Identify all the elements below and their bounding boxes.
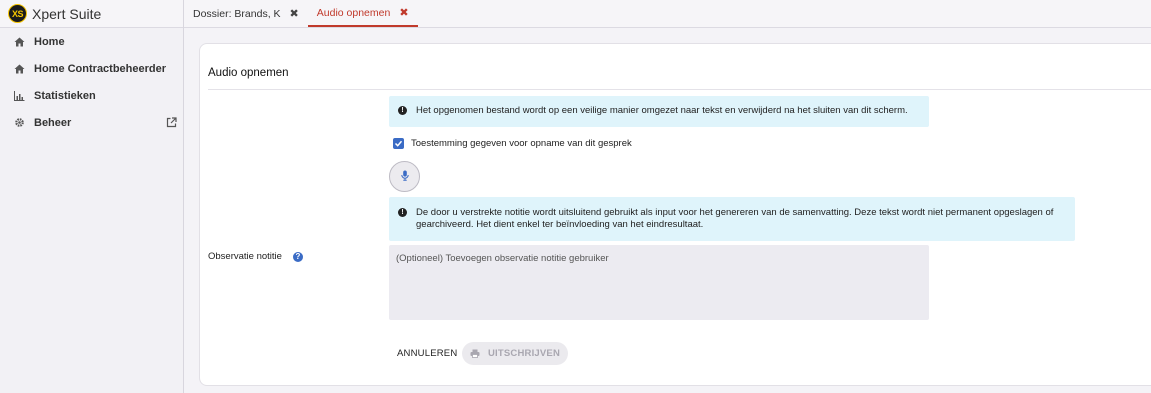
divider (208, 89, 1151, 90)
brand-name: Xpert Suite (32, 5, 102, 22)
tab-label: Audio opnemen (316, 6, 391, 19)
uitschrijven-label: UITSCHRIJVEN (487, 348, 561, 359)
cancel-button[interactable]: ANNULEREN (397, 348, 457, 359)
close-icon[interactable]: ✖ (290, 7, 299, 20)
record-button[interactable] (389, 161, 420, 192)
tab-dossier[interactable]: Dossier: Brands, K ✖ (184, 0, 308, 27)
bar-chart-icon (14, 90, 25, 101)
tab-label: Dossier: Brands, K (193, 7, 281, 20)
info-alert-text: Het opgenomen bestand wordt op een veili… (416, 105, 908, 116)
sidebar-item-home-contractbeheerder[interactable]: Home Contractbeheerder (0, 55, 183, 82)
consent-row[interactable]: Toestemming gegeven voor opname van dit … (393, 138, 632, 149)
consent-checkbox[interactable] (393, 138, 404, 149)
help-icon[interactable]: ? (292, 251, 303, 262)
xpert-suite-logo: XS (8, 4, 27, 23)
sidebar: XS Xpert Suite Home Home Contractbeheerd… (0, 0, 184, 393)
home-icon (14, 63, 25, 74)
tab-bar: Dossier: Brands, K ✖ Audio opnemen ✖ (184, 0, 1151, 28)
microphone-icon (400, 168, 409, 186)
sidebar-item-label: Statistieken (34, 89, 96, 102)
observation-notitie-field[interactable] (389, 245, 929, 320)
uitschrijven-button[interactable]: UITSCHRIJVEN (462, 342, 568, 365)
external-link-icon[interactable] (166, 117, 177, 131)
home-icon (14, 36, 25, 47)
tab-audio-opnemen[interactable]: Audio opnemen ✖ (307, 0, 418, 27)
sidebar-nav: Home Home Contractbeheerder Statistieken… (0, 28, 183, 136)
sidebar-item-statistieken[interactable]: Statistieken (0, 82, 183, 109)
sidebar-item-label: Home Contractbeheerder (34, 62, 167, 75)
sidebar-item-label: Home (34, 35, 65, 48)
info-alert-conversion: ! Het opgenomen bestand wordt op een vei… (389, 96, 929, 127)
observation-label: Observatie notitie (208, 251, 282, 262)
sidebar-item-label: Beheer (34, 116, 72, 129)
info-alert-text: De door u verstrekte notitie wordt uitsl… (416, 207, 1054, 230)
page-title: Audio opnemen (208, 67, 289, 79)
audio-form-card: Audio opnemen ! Het opgenomen bestand wo… (199, 43, 1151, 386)
info-alert-notitie: ! De door u verstrekte notitie wordt uit… (389, 197, 1075, 241)
consent-label: Toestemming gegeven voor opname van dit … (411, 138, 632, 149)
observation-label-row: Observatie notitie ? (208, 251, 303, 262)
brand[interactable]: XS Xpert Suite (0, 0, 183, 28)
gear-icon (14, 117, 25, 128)
printer-icon (470, 349, 480, 358)
exclamation-icon: ! (398, 106, 407, 115)
exclamation-icon: ! (398, 208, 407, 217)
sidebar-item-home[interactable]: Home (0, 28, 183, 55)
close-icon[interactable]: ✖ (399, 6, 408, 19)
sidebar-item-beheer[interactable]: Beheer (0, 109, 183, 136)
